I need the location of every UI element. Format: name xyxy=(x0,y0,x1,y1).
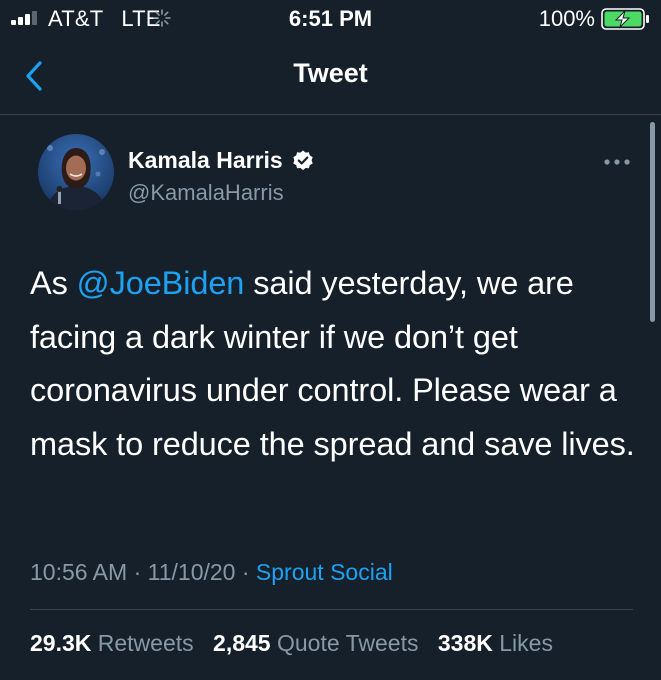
navigation-bar: Tweet xyxy=(0,38,661,115)
likes-label: Likes xyxy=(499,630,553,656)
quote-tweets-label: Quote Tweets xyxy=(276,630,419,656)
quote-tweets-stat[interactable]: 2,845 Quote Tweets xyxy=(213,630,425,656)
likes-stat[interactable]: 338K Likes xyxy=(438,630,553,656)
avatar[interactable] xyxy=(38,134,114,210)
battery-charging-icon xyxy=(601,8,649,30)
verified-badge-icon xyxy=(293,150,313,170)
engagement-stats: 29.3K Retweets 2,845 Quote Tweets 338K L… xyxy=(30,630,553,657)
author-handle[interactable]: @KamalaHarris xyxy=(128,180,284,206)
more-options-icon[interactable] xyxy=(600,152,634,172)
tweet-time: 10:56 AM xyxy=(30,559,128,585)
quote-tweets-count: 2,845 xyxy=(213,630,271,656)
tweet-text-start: As xyxy=(30,265,77,301)
status-bar: AT&T LTE 6:51 PM 100% xyxy=(0,0,661,38)
meta-separator: · xyxy=(127,559,148,585)
tweet-metadata: 10:56 AM · 11/10/20 · Sprout Social xyxy=(30,559,393,586)
mention-link[interactable]: @JoeBiden xyxy=(77,265,245,301)
scrollbar[interactable] xyxy=(650,122,655,322)
battery-percentage: 100% xyxy=(538,6,595,31)
tweet-detail: Kamala Harris @KamalaHarris As @JoeBiden… xyxy=(30,114,635,680)
author-name[interactable]: Kamala Harris xyxy=(128,147,315,174)
likes-count: 338K xyxy=(437,630,493,656)
meta-separator: · xyxy=(235,559,256,585)
tweet-date: 11/10/20 xyxy=(147,559,236,585)
retweets-label: Retweets xyxy=(97,630,194,656)
retweets-stat[interactable]: 29.3K Retweets xyxy=(30,630,200,656)
source-link[interactable]: Sprout Social xyxy=(256,559,393,585)
divider xyxy=(30,609,633,610)
retweets-count: 29.3K xyxy=(30,630,92,656)
page-title: Tweet xyxy=(293,58,368,88)
profile-photo xyxy=(38,134,114,210)
tweet-text: As @JoeBiden said yesterday, we are faci… xyxy=(30,257,640,471)
author-name-text: Kamala Harris xyxy=(128,147,283,173)
